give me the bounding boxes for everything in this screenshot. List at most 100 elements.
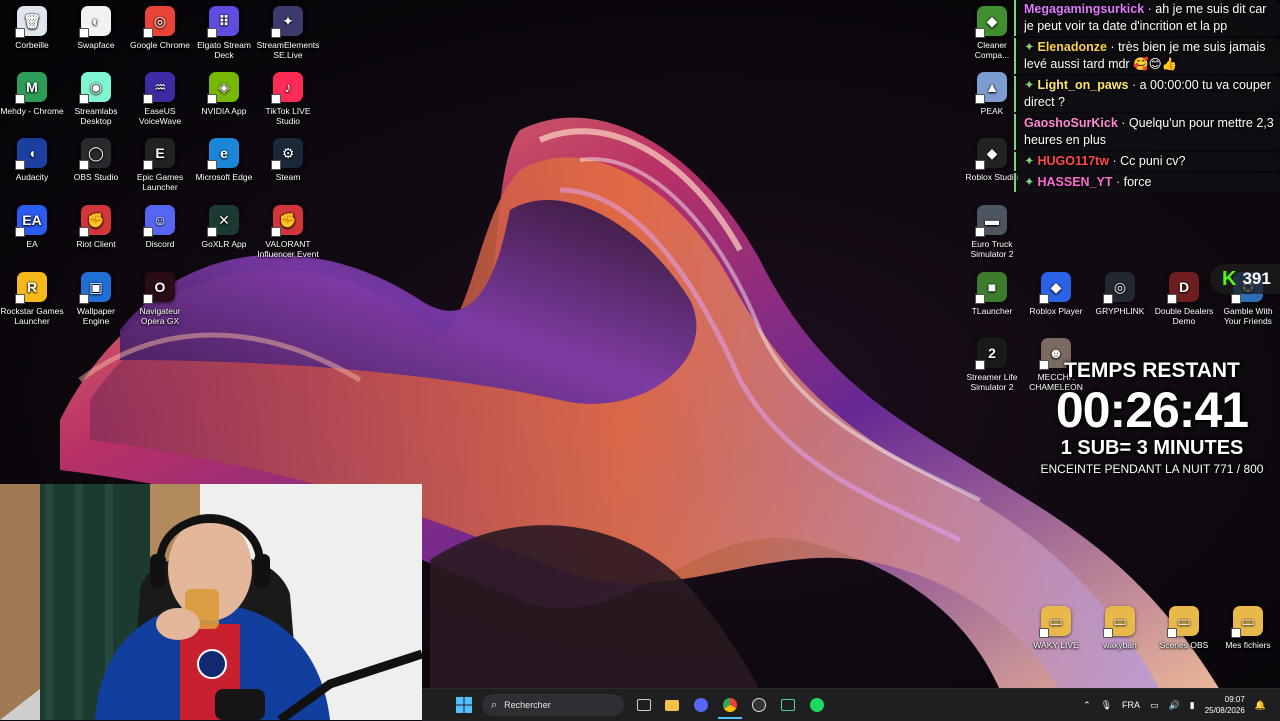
language-indicator[interactable]: FRA bbox=[1122, 700, 1140, 710]
volume-icon[interactable]: 🔊 bbox=[1169, 700, 1180, 711]
audacity-icon: ◖ bbox=[15, 138, 47, 170]
desktop-shortcut[interactable]: ✊ VALORANT Influencer Event bbox=[256, 205, 320, 259]
desktop-shortcut[interactable]: R Rockstar Games Launcher bbox=[0, 272, 64, 326]
riot-client-icon: ✊ bbox=[79, 205, 111, 237]
taskbar-goxlr[interactable] bbox=[776, 693, 800, 717]
task-view-button[interactable] bbox=[632, 693, 656, 717]
desktop-shortcut[interactable]: 🗑 Corbeille bbox=[0, 6, 64, 50]
desktop-shortcut[interactable]: ♒ EaseUS VoiceWave bbox=[128, 72, 192, 126]
desktop-shortcut[interactable]: EA EA bbox=[0, 205, 64, 249]
taskbar-obs[interactable] bbox=[747, 693, 771, 717]
desktop-shortcut[interactable]: E Epic Games Launcher bbox=[128, 138, 192, 192]
webcam-feed bbox=[0, 484, 422, 720]
sub-badge-icon: ✦ bbox=[1024, 40, 1035, 54]
battery-icon[interactable]: ▮ bbox=[1190, 700, 1195, 711]
desktop-shortcut[interactable]: ▭ WAKY LIVE bbox=[1024, 606, 1088, 650]
desktop-shortcut[interactable]: ◎ GRYPHLINK bbox=[1088, 272, 1152, 316]
chat-username: HUGO117tw bbox=[1037, 154, 1110, 168]
desktop-shortcut[interactable]: ◖ Audacity bbox=[0, 138, 64, 182]
chat-text: Cc puni cv? bbox=[1120, 154, 1186, 168]
obs-icon: ◯ bbox=[79, 138, 111, 170]
streamlabs-icon: ◉ bbox=[79, 72, 111, 104]
folder-icon: ▭ bbox=[1103, 606, 1135, 638]
shortcut-label: Euro Truck Simulator 2 bbox=[970, 239, 1014, 259]
edge-icon: e bbox=[207, 138, 239, 170]
taskbar-discord[interactable] bbox=[689, 693, 713, 717]
desktop-shortcut[interactable]: ▬ Euro Truck Simulator 2 bbox=[960, 205, 1024, 259]
shortcut-label: Wallpaper Engine bbox=[77, 306, 115, 326]
desktop-shortcut[interactable]: ▭ Scenes OBS bbox=[1152, 606, 1216, 650]
nvidia-icon: ◈ bbox=[207, 72, 239, 104]
swapface-icon: ◐ bbox=[79, 6, 111, 38]
desktop-shortcut[interactable]: ♪ TikTok LIVE Studio bbox=[256, 72, 320, 126]
desktop-shortcut[interactable]: M Mehdy - Chrome bbox=[0, 72, 64, 116]
stream-chat-overlay: Megagamingsurkick · ah je me suis dit ca… bbox=[1014, 0, 1280, 194]
shortcut-label: Elgato Stream Deck bbox=[197, 40, 251, 60]
shortcut-label: Scenes OBS bbox=[1159, 640, 1209, 650]
kick-viewer-count: 391 bbox=[1242, 269, 1271, 288]
goxlr-icon: ✕ bbox=[207, 205, 239, 237]
chat-message: Megagamingsurkick · ah je me suis dit ca… bbox=[1014, 0, 1280, 36]
shortcut-label: Streamlabs Desktop bbox=[74, 106, 118, 126]
search-icon: ⌕ bbox=[491, 698, 498, 711]
desktop-shortcut[interactable]: ◎ Google Chrome bbox=[128, 6, 192, 50]
windows-taskbar: ⌕ Rechercher ⌃ 🎙 FRA ▭ 🔊 ▮ 09:07 25/08/2… bbox=[422, 688, 1280, 721]
desktop-shortcut[interactable]: ▭ Mes fichiers bbox=[1216, 606, 1280, 650]
desktop-shortcut[interactable]: ✊ Riot Client bbox=[64, 205, 128, 249]
shortcut-label: wakyban bbox=[1103, 640, 1137, 650]
webcam-image bbox=[0, 484, 422, 720]
task-view-icon bbox=[637, 699, 651, 711]
network-icon[interactable]: ▭ bbox=[1150, 700, 1159, 711]
desktop-shortcut[interactable]: ✦ StreamElements SE.Live bbox=[256, 6, 320, 60]
kick-logo-icon: K bbox=[1222, 267, 1237, 290]
roblox-player-icon: ◆ bbox=[1039, 272, 1071, 304]
shortcut-label: Corbeille bbox=[15, 40, 49, 50]
roblox-studio-icon: ◆ bbox=[975, 138, 1007, 170]
desktop-shortcut[interactable]: D Double Dealers Demo bbox=[1152, 272, 1216, 326]
shortcut-label: Gamble With Your Friends bbox=[1223, 306, 1273, 326]
desktop-shortcut[interactable]: ⠿ Elgato Stream Deck bbox=[192, 6, 256, 60]
voicewave-icon: ♒ bbox=[143, 72, 175, 104]
tray-overflow-chevron-icon[interactable]: ⌃ bbox=[1083, 700, 1091, 711]
notification-icon[interactable]: 🔔 bbox=[1255, 700, 1266, 711]
desktop-shortcut[interactable]: ☺ Discord bbox=[128, 205, 192, 249]
shortcut-label: StreamElements SE.Live bbox=[256, 40, 320, 60]
desktop-shortcut[interactable]: ✕ GoXLR App bbox=[192, 205, 256, 249]
taskbar-spotify[interactable] bbox=[805, 693, 829, 717]
chat-username: HASSEN_YT bbox=[1037, 175, 1113, 189]
desktop-shortcut[interactable]: ◈ NVIDIA App bbox=[192, 72, 256, 116]
microphone-icon[interactable]: 🎙 bbox=[1101, 700, 1112, 711]
shortcut-label: NVIDIA App bbox=[201, 106, 247, 116]
desktop-shortcut[interactable]: e Microsoft Edge bbox=[192, 138, 256, 182]
cleaner-icon: ◆ bbox=[975, 6, 1007, 38]
chrome-icon bbox=[723, 698, 737, 712]
taskbar-search-box[interactable]: ⌕ Rechercher bbox=[482, 694, 624, 716]
shortcut-label: Mes fichiers bbox=[1225, 640, 1271, 650]
sub-badge-icon: ✦ bbox=[1024, 154, 1035, 168]
desktop-shortcut[interactable]: O Navigateur Opera GX bbox=[128, 272, 192, 326]
tiktok-icon: ♪ bbox=[271, 72, 303, 104]
chrome-profile-icon: M bbox=[15, 72, 47, 104]
sub-badge-icon: ✦ bbox=[1024, 175, 1035, 189]
desktop-shortcut[interactable]: ■ TLauncher bbox=[960, 272, 1024, 316]
ea-icon: EA bbox=[15, 205, 47, 237]
desktop-shortcut[interactable]: ◐ Swapface bbox=[64, 6, 128, 50]
start-button[interactable] bbox=[452, 693, 476, 717]
taskbar-clock[interactable]: 09:07 25/08/2026 bbox=[1205, 694, 1245, 716]
streamer-life-icon: 2 bbox=[975, 338, 1007, 370]
taskbar-file-explorer[interactable] bbox=[660, 693, 684, 717]
folder-icon: ▭ bbox=[1039, 606, 1071, 638]
shortcut-label: Riot Client bbox=[76, 239, 116, 249]
desktop-shortcut[interactable]: ▭ wakyban bbox=[1088, 606, 1152, 650]
desktop-shortcut[interactable]: 2 Streamer Life Simulator 2 bbox=[960, 338, 1024, 392]
shortcut-label: OBS Studio bbox=[73, 172, 119, 182]
shortcut-label: Swapface bbox=[77, 40, 115, 50]
taskbar-chrome[interactable] bbox=[718, 693, 742, 719]
desktop-shortcut[interactable]: ◉ Streamlabs Desktop bbox=[64, 72, 128, 126]
desktop-shortcut[interactable]: ◆ Roblox Player bbox=[1024, 272, 1088, 316]
desktop-shortcut[interactable]: ▣ Wallpaper Engine bbox=[64, 272, 128, 326]
desktop-shortcut[interactable]: ◯ OBS Studio bbox=[64, 138, 128, 182]
desktop-shortcut[interactable]: ⚙ Steam bbox=[256, 138, 320, 182]
shortcut-label: GoXLR App bbox=[201, 239, 247, 249]
shortcut-label: Mehdy - Chrome bbox=[0, 106, 64, 116]
